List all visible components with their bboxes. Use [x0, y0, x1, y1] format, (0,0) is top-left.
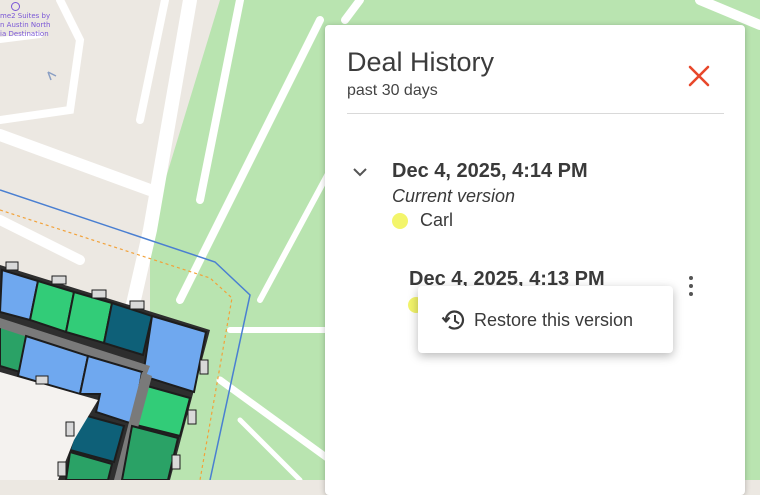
map-pin-icon: [11, 2, 20, 11]
restore-version-label: Restore this version: [474, 310, 634, 330]
version-timestamp[interactable]: Dec 4, 2025, 4:14 PM: [392, 160, 588, 183]
restore-version-menu-item[interactable]: Restore this version: [418, 286, 673, 353]
user-color-dot: [392, 213, 408, 229]
deal-history-panel: Deal History past 30 days Dec 4, 2025, 4…: [325, 25, 745, 495]
panel-subtitle: past 30 days: [347, 82, 438, 99]
more-vert-icon: [689, 276, 693, 280]
map-poi-label: me2 Suites by n Austin North ia Destinat…: [0, 12, 51, 38]
chevron-down-icon: [353, 168, 367, 177]
version-context-menu: Restore this version: [418, 286, 673, 353]
close-button[interactable]: [682, 59, 716, 93]
header-divider: [347, 113, 724, 114]
history-icon: [441, 310, 465, 330]
close-icon: [688, 65, 710, 87]
collapse-toggle[interactable]: [352, 165, 368, 177]
panel-title: Deal History: [347, 47, 495, 77]
version-user: Carl: [420, 210, 454, 230]
more-options-button[interactable]: [681, 274, 701, 298]
version-status: Current version: [392, 186, 516, 206]
